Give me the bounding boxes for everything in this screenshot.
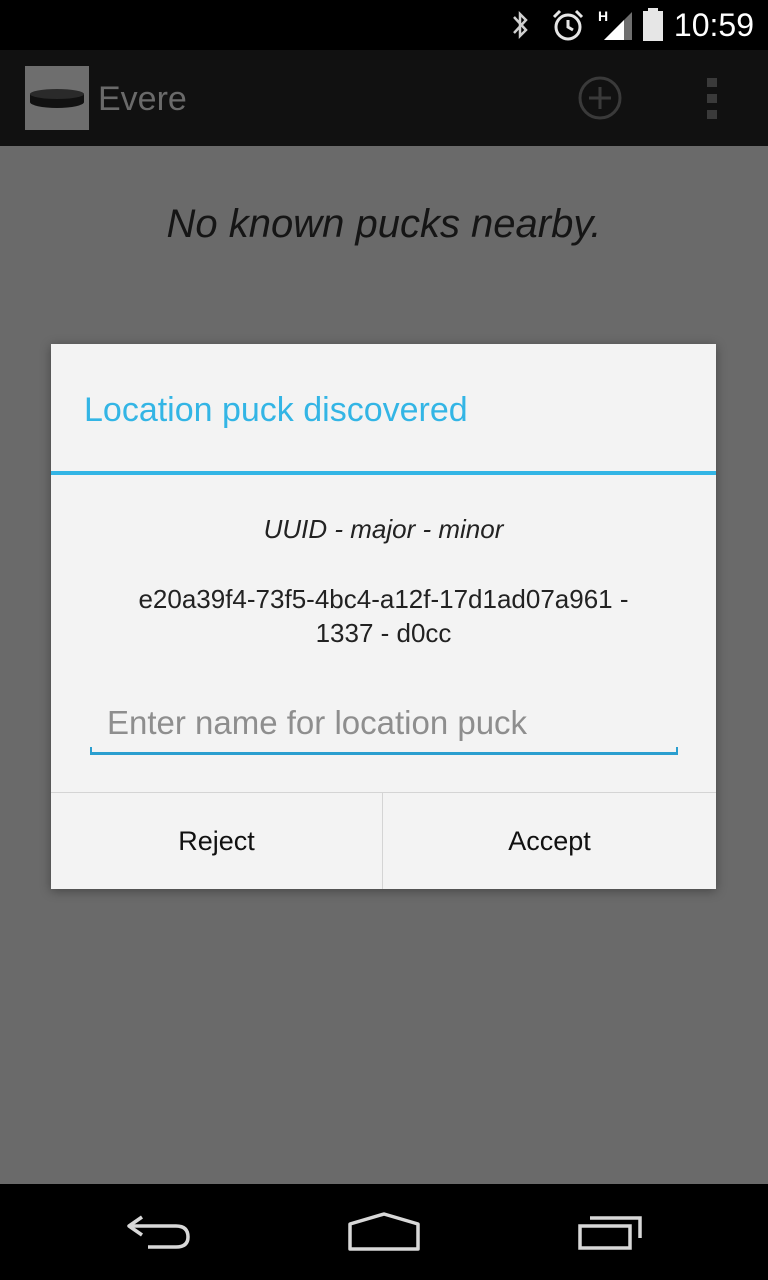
app-title: Evere	[98, 80, 187, 118]
status-time: 10:59	[673, 7, 754, 43]
recent-apps-button[interactable]	[550, 1184, 670, 1280]
bluetooth-icon	[513, 10, 528, 40]
action-bar: Evere	[0, 50, 768, 146]
empty-state-message: No known pucks nearby.	[166, 202, 602, 246]
dialog-title: Location puck discovered	[84, 391, 468, 429]
title-divider	[51, 471, 716, 475]
uuid-value: e20a39f4-73f5-4bc4-a12f-17d1ad07a961 - 1…	[81, 582, 686, 650]
home-icon	[348, 1212, 420, 1251]
uuid-value-line1: e20a39f4-73f5-4bc4-a12f-17d1ad07a961 -	[138, 584, 629, 614]
accept-button[interactable]: Accept	[383, 793, 716, 889]
app-icon[interactable]	[25, 66, 89, 130]
back-icon	[127, 1215, 190, 1249]
overflow-menu-button[interactable]	[690, 72, 734, 124]
overflow-menu-icon	[707, 78, 717, 119]
home-button[interactable]	[324, 1184, 444, 1280]
uuid-value-line2: 1337 - d0cc	[315, 618, 452, 648]
signal-icon	[604, 12, 632, 40]
reject-button[interactable]: Reject	[51, 793, 382, 889]
battery-icon	[643, 8, 663, 41]
recent-apps-icon	[578, 1216, 642, 1250]
add-button[interactable]	[574, 72, 626, 124]
puck-icon	[30, 89, 84, 108]
add-icon	[578, 76, 622, 120]
alarm-icon	[552, 9, 584, 41]
navigation-bar	[0, 1184, 768, 1280]
puck-name-input[interactable]	[91, 699, 677, 747]
puck-discovered-dialog: Location puck discovered UUID - major - …	[51, 344, 716, 889]
input-underline	[90, 747, 678, 755]
uuid-label: UUID - major - minor	[263, 514, 504, 544]
status-bar: H 10:59	[0, 0, 768, 50]
back-button[interactable]	[100, 1184, 220, 1280]
